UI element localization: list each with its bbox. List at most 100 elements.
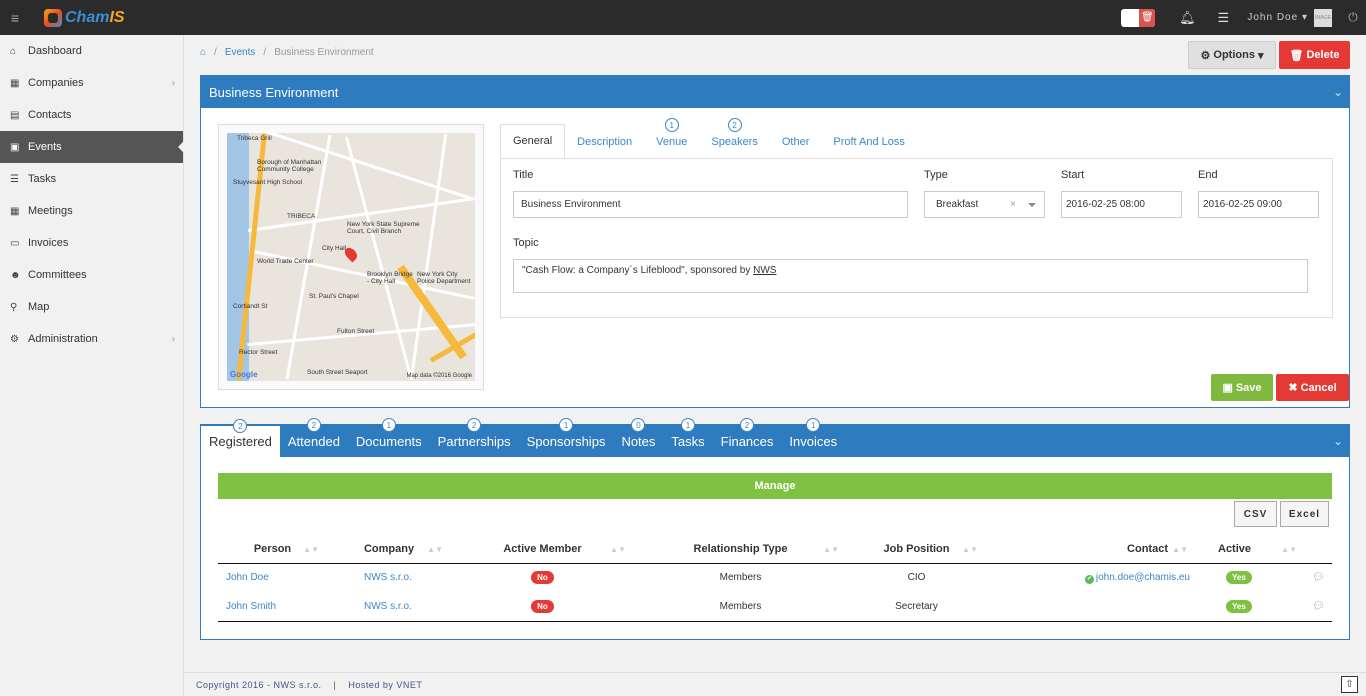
column-person[interactable]: Person ▲▼ [218, 535, 327, 564]
count-badge: 1 [806, 418, 821, 432]
trash-icon: 🗑 [1289, 49, 1304, 62]
sidebar-item-dashboard[interactable]: ⌂ Dashboard [0, 35, 183, 67]
chevron-right-icon: › [171, 77, 175, 89]
tab-description[interactable]: Description [565, 125, 644, 158]
scroll-top-icon[interactable]: ⇧ [1341, 676, 1358, 693]
title-field[interactable]: Business Environment [513, 191, 908, 218]
registration-tabs: 2 Registered 2 Attended 1 Documents 2 Partne… [201, 418, 1349, 457]
calendar-icon: ▦ [10, 205, 20, 217]
invoice-icon: ▭ [10, 237, 20, 249]
table-header-row: Person ▲▼ Company ▲▼ Active Member ▲▼ Relat… [218, 535, 1332, 564]
tasks-icon: ☰ [10, 173, 19, 185]
person-link[interactable]: John Doe [226, 572, 269, 583]
table-row[interactable]: John Smith NWS s.r.o. No Members Secreta… [218, 592, 1332, 622]
tab-speakers[interactable]: 2 Speakers [699, 118, 769, 158]
sidebar-item-tasks[interactable]: ☰ Tasks [0, 163, 183, 195]
avatar[interactable]: IMAGE [1314, 8, 1332, 27]
footer: Copyright 2016 - NWS s.r.o. | Hosted by … [184, 672, 1366, 696]
csv-button[interactable]: CSV [1234, 501, 1277, 527]
logo-mark-icon [44, 8, 62, 27]
relationship-cell: Members [719, 572, 762, 584]
menu-toggle-icon[interactable]: ≡ [0, 0, 30, 35]
column-contact[interactable]: Contact ▲▼ [986, 535, 1196, 564]
tab-sponsorships[interactable]: 1 Sponsorships [519, 418, 614, 457]
column-job-position[interactable]: Job Position ▲▼ [847, 535, 986, 564]
end-field[interactable]: 2016-02-25 09:00 [1198, 191, 1319, 218]
sidebar-item-map[interactable]: ⚲ Map [0, 291, 183, 323]
count-badge: 1 [559, 418, 574, 432]
column-company[interactable]: Company ▲▼ [327, 535, 451, 564]
tab-finances[interactable]: 2 Finances [713, 418, 782, 457]
sidebar-item-administration[interactable]: ⚙ Administration › [0, 323, 183, 355]
tab-venue[interactable]: 1 Venue [644, 118, 699, 158]
chevron-down-icon[interactable]: ⌄ [1333, 85, 1343, 99]
sidebar-item-meetings[interactable]: ▦ Meetings [0, 195, 183, 227]
close-icon: ✖ [1288, 382, 1298, 394]
tab-notes[interactable]: 0 Notes [613, 418, 663, 457]
company-link[interactable]: NWS s.r.o. [364, 601, 412, 612]
company-link[interactable]: NWS s.r.o. [364, 572, 412, 583]
cancel-button[interactable]: ✖ Cancel [1276, 374, 1349, 401]
app-logo[interactable]: ChamIS [44, 8, 125, 27]
contact-link[interactable]: john.doe@chamis.eu [1096, 572, 1190, 583]
sidebar-item-committees[interactable]: ☻ Committees [0, 259, 183, 291]
breadcrumb-events[interactable]: Events [225, 47, 256, 58]
list-icon[interactable]: ☰ [1205, 10, 1241, 26]
tab-invoices[interactable]: 1 Invoices [781, 418, 845, 457]
venue-map[interactable]: Tribeca Grill Borough of Manhattan Commun… [227, 133, 475, 381]
relationship-cell: Members [634, 592, 847, 622]
power-icon[interactable]: ⏻ [1340, 10, 1366, 25]
status-badge: Yes [1226, 571, 1252, 585]
type-label: Type [924, 169, 948, 181]
topic-textarea[interactable]: "Cash Flow: a Company´s Lifeblood", spon… [513, 259, 1308, 293]
column-relationship-type[interactable]: Relationship Type ▲▼ [634, 535, 847, 564]
tab-general[interactable]: General [500, 124, 566, 158]
comment-icon[interactable]: 💬︎ [1305, 592, 1332, 622]
options-button[interactable]: ⚙ Options ▾ [1188, 41, 1276, 69]
sidebar-item-contacts[interactable]: ▤ Contacts [0, 99, 183, 131]
start-field[interactable]: 2016-02-25 08:00 [1061, 191, 1182, 218]
sort-icon: ▲▼ [427, 545, 443, 554]
save-button[interactable]: ▣ Save [1211, 374, 1273, 401]
sort-icon: ▲▼ [1281, 545, 1297, 554]
tab-registered[interactable]: 2 Registered [201, 419, 280, 457]
mode-toggle[interactable]: 🗑 [1121, 8, 1156, 27]
clear-icon[interactable]: × [1010, 199, 1016, 210]
sidebar-item-invoices[interactable]: ▭ Invoices [0, 227, 183, 259]
chevron-down-icon[interactable]: ⌄ [1333, 434, 1343, 448]
tab-other[interactable]: Other [770, 125, 822, 158]
tab-attended[interactable]: 2 Attended [280, 418, 348, 457]
sort-icon: ▲▼ [303, 545, 319, 554]
map-water [227, 133, 249, 381]
manage-button[interactable]: Manage [218, 473, 1332, 499]
sort-icon: ▲▼ [1172, 545, 1188, 554]
building-icon: ▦ [10, 77, 20, 89]
column-active-member[interactable]: Active Member ▲▼ [451, 535, 634, 564]
count-badge: 2 [467, 418, 482, 432]
bell-icon[interactable]: 🔔︎ [1169, 10, 1205, 26]
tab-documents[interactable]: 1 Documents [348, 418, 430, 457]
table-row[interactable]: John Doe NWS s.r.o. No Members CIO ✔ john… [218, 563, 1332, 592]
sidebar-item-events[interactable]: ▣ Events [0, 131, 184, 163]
sidebar: ⌂ Dashboard ▦ Companies › ▤ Contacts ▣ Events… [0, 35, 184, 696]
title-label: Title [513, 169, 534, 181]
tab-tasks[interactable]: 1 Tasks [663, 418, 712, 457]
column-active[interactable]: Active ▲▼ [1196, 535, 1305, 564]
start-label: Start [1061, 169, 1085, 181]
tab-profit-and-loss[interactable]: Proft And Loss [821, 125, 917, 158]
gears-icon: ⚙ [10, 333, 19, 345]
user-menu[interactable]: John Doe ▾ [1247, 12, 1308, 23]
count-badge: 2 [740, 418, 755, 432]
delete-button[interactable]: 🗑 Delete [1279, 41, 1350, 69]
sidebar-item-companies[interactable]: ▦ Companies › [0, 67, 183, 99]
job-cell: CIO [907, 572, 926, 584]
book-icon: ▤ [10, 109, 20, 121]
person-link[interactable]: John Smith [226, 601, 276, 612]
tab-partnerships[interactable]: 2 Partnerships [430, 418, 519, 457]
comment-icon[interactable]: 💬︎ [1305, 563, 1332, 592]
main-content: ⌂ / Events / Business Environment ⚙ Options… [184, 35, 1366, 696]
caret-down-icon: ▾ [1257, 49, 1264, 62]
home-icon[interactable]: ⌂ [200, 47, 206, 58]
type-select[interactable]: Breakfast × [924, 191, 1045, 218]
excel-button[interactable]: Excel [1280, 501, 1329, 527]
